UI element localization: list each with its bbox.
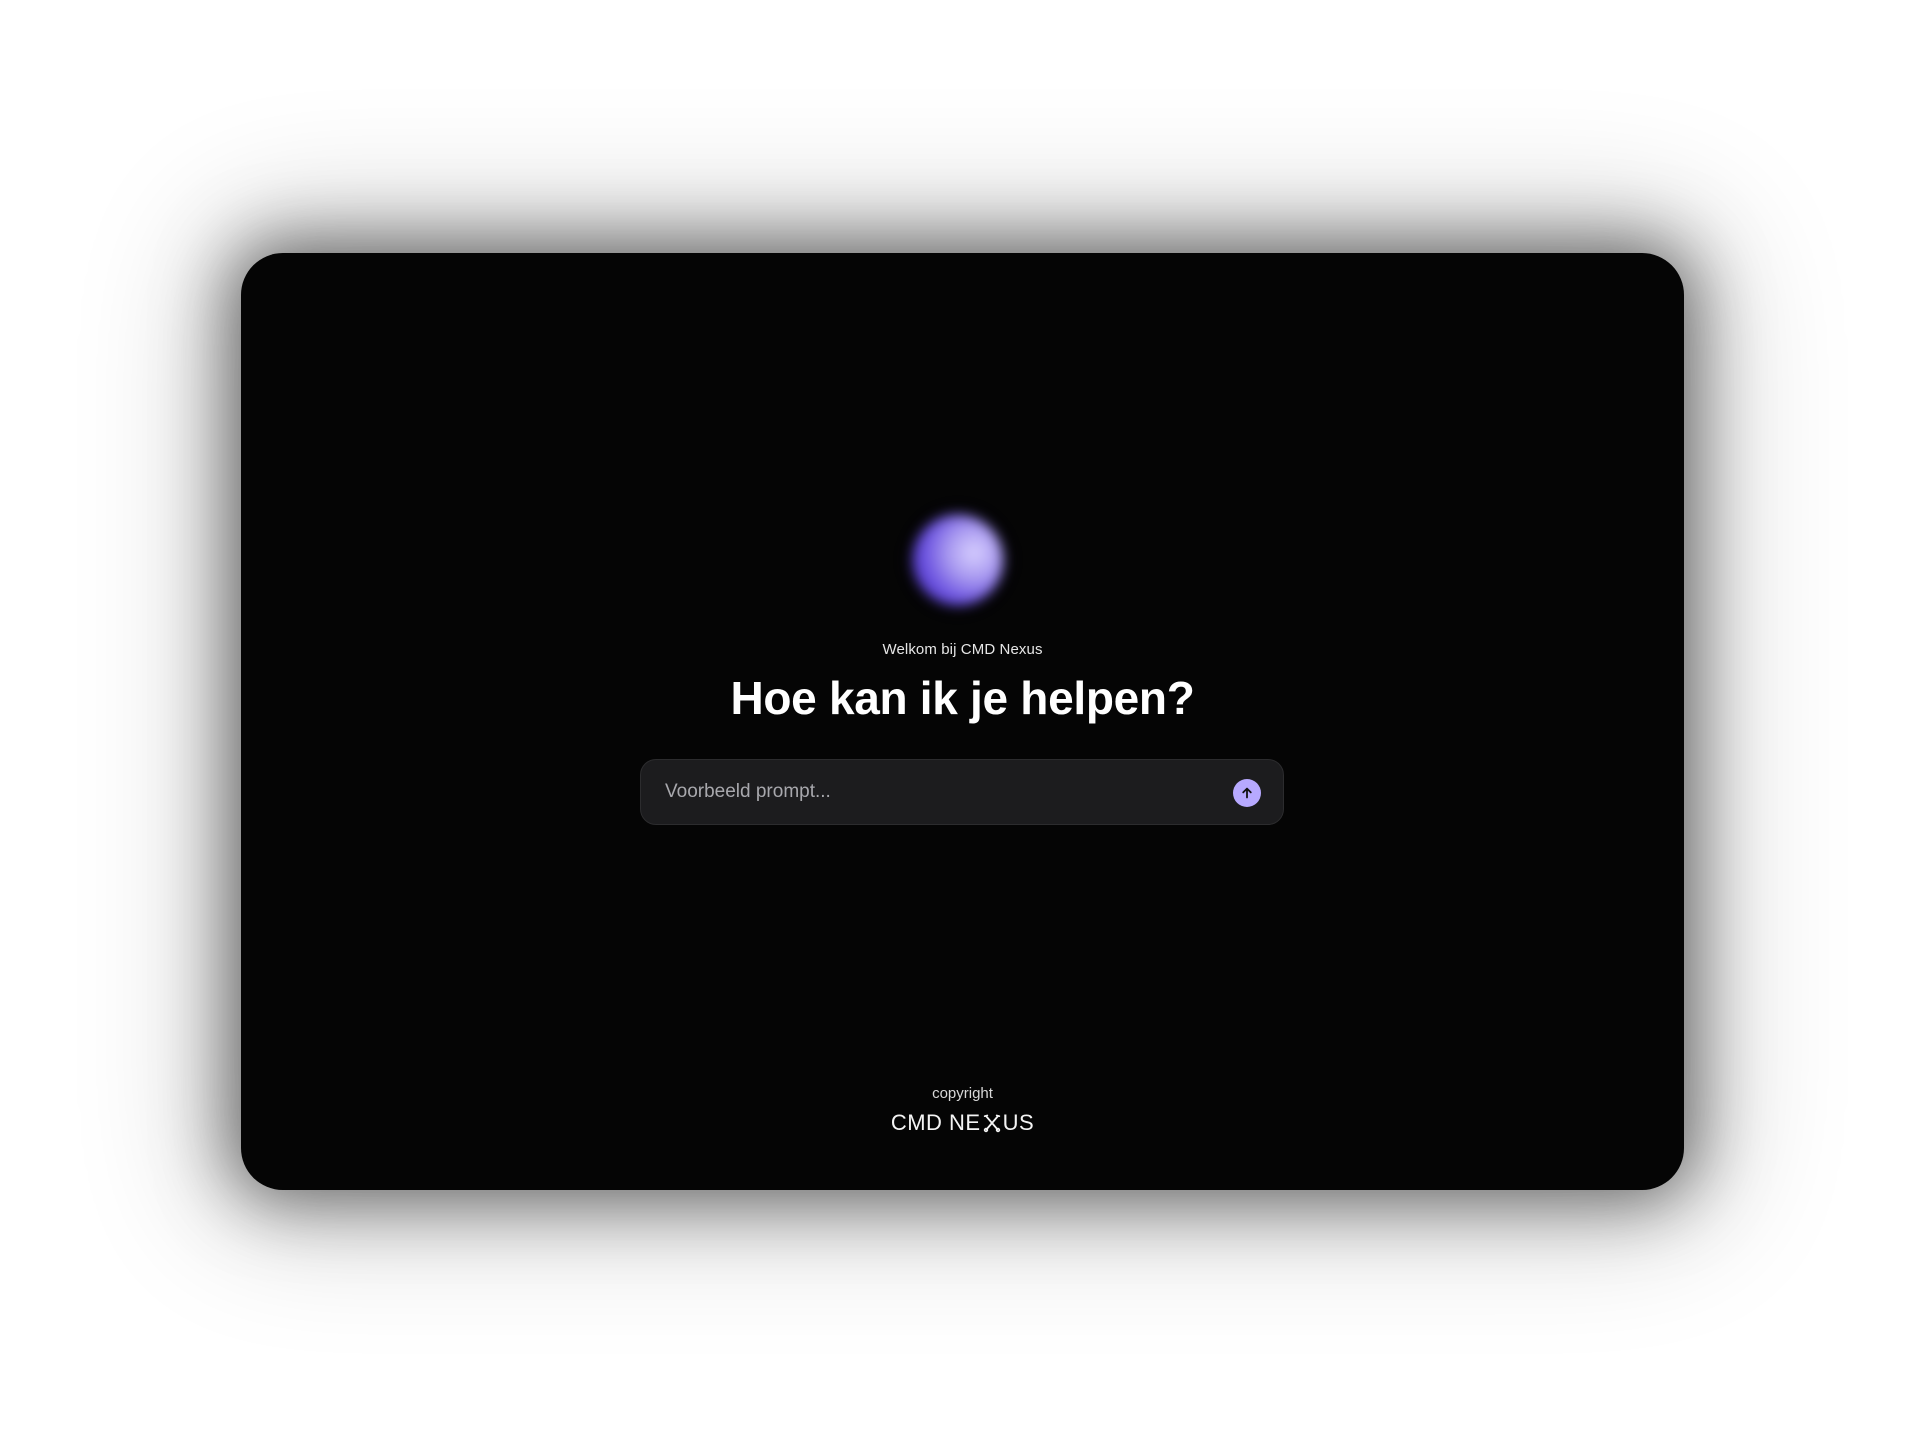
app-window: Welkom bij CMD Nexus Hoe kan ik je helpe… <box>241 253 1684 1190</box>
prompt-input[interactable] <box>665 760 1205 824</box>
prompt-box <box>640 759 1284 825</box>
brand-text-end: US <box>1002 1110 1035 1135</box>
arrow-up-icon <box>1239 785 1255 801</box>
crossed-tools-icon <box>982 1113 1002 1133</box>
welcome-subtitle: Welkom bij CMD Nexus <box>882 641 1043 658</box>
page-title: Hoe kan ik je helpen? <box>730 672 1195 724</box>
brand-text-start: CMD NE <box>890 1110 981 1135</box>
assistant-orb-icon <box>913 515 1003 605</box>
send-button[interactable] <box>1233 779 1261 807</box>
footer: copyright CMD NE US <box>241 1085 1684 1136</box>
copyright-label: copyright <box>932 1085 993 1102</box>
brand-logo: CMD NE US <box>891 1110 1034 1136</box>
